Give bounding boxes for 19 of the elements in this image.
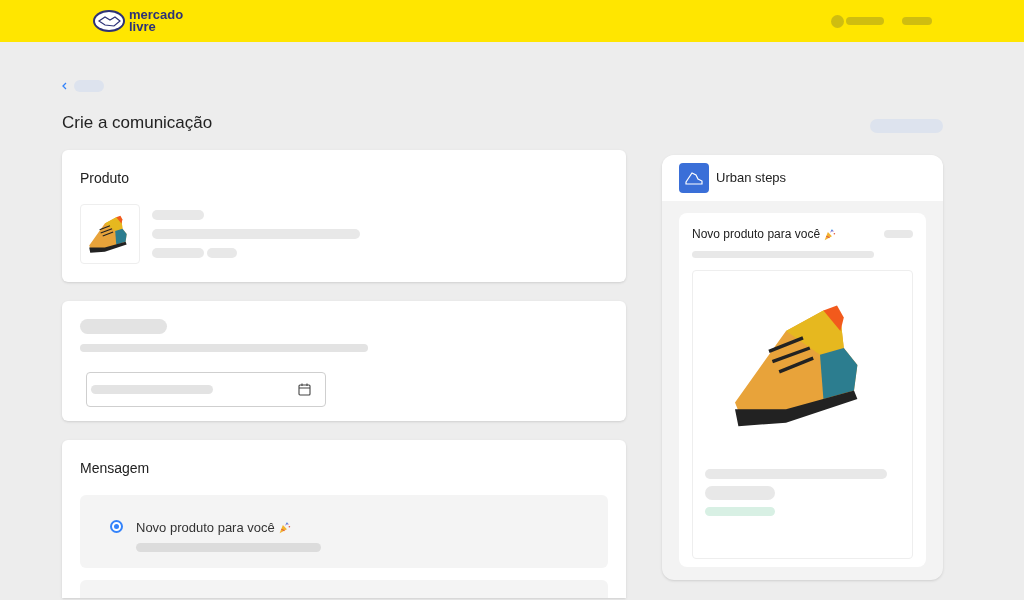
party-popper-icon (277, 521, 291, 535)
avatar-placeholder (831, 14, 844, 28)
page-title: Crie a comunicação (62, 112, 214, 134)
radio-button[interactable] (110, 520, 123, 533)
option-label: Novo produto para você (136, 519, 275, 537)
calendar-icon[interactable] (298, 383, 311, 396)
skeleton-bar (705, 507, 775, 516)
message-title: Novo produto para você (692, 226, 821, 243)
store-name: Urban steps (716, 169, 787, 188)
card-title: Produto (80, 169, 131, 186)
card-title: Mensagem (80, 459, 151, 476)
back-chevron-icon[interactable] (62, 82, 67, 90)
logo-text: livre (129, 21, 157, 33)
party-popper-icon (823, 227, 837, 241)
logo-text: mercado (129, 9, 184, 21)
skeleton-bar (846, 17, 884, 25)
skeleton-bar (902, 17, 932, 25)
date-field[interactable] (86, 372, 326, 407)
message-option[interactable]: Novo produto para você (80, 495, 608, 568)
